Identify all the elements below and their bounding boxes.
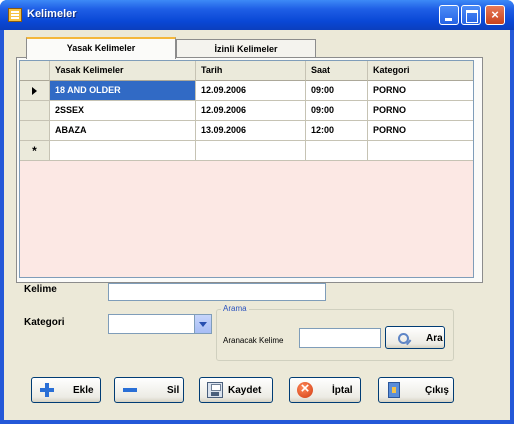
maximize-icon [462,6,480,24]
plus-icon [39,382,55,398]
chevron-down-icon[interactable] [194,315,211,333]
column-header[interactable]: Yasak Kelimeler [50,61,196,81]
save-icon [207,382,223,398]
maximize-button[interactable] [461,5,481,25]
table-cell[interactable]: PORNO [368,121,473,141]
minus-icon [122,382,138,398]
column-header[interactable]: Tarih [196,61,306,81]
new-row[interactable]: * [20,141,473,161]
kategori-label: Kategori [24,317,65,328]
app-icon [8,8,22,22]
window-title: Kelimeler [27,8,77,20]
grid-corner [20,61,50,81]
close-icon: × [491,7,499,22]
search-groupbox: Arama Aranacak Kelime Ara [216,304,454,361]
cancel-icon [297,380,313,398]
table-cell[interactable]: 13.09.2006 [196,121,306,141]
tab-yasak-kelimeler[interactable]: Yasak Kelimeler [26,37,176,59]
minimize-button[interactable] [439,5,459,25]
cancel-button[interactable]: İptal [289,377,361,403]
table-cell[interactable] [306,141,368,161]
table-cell[interactable]: 2SSEX [50,101,196,121]
kelime-label: Kelime [24,284,57,295]
table-row[interactable]: 18 AND OLDER 12.09.2006 09:00 PORNO [20,81,473,101]
column-header[interactable]: Kategori [368,61,473,81]
search-input[interactable] [299,328,381,348]
table-cell[interactable]: PORNO [368,81,473,101]
grid-header: Yasak Kelimeler Tarih Saat Kategori [20,61,473,81]
add-button-label: Ekle [73,385,94,396]
save-button[interactable]: Kaydet [199,377,273,403]
exit-icon [388,382,400,398]
save-button-label: Kaydet [228,385,262,396]
table-cell[interactable]: 12:00 [306,121,368,141]
window: Kelimeler × Yasak Kelimeler İzinli Kelim… [0,0,514,424]
table-row[interactable]: 2SSEX 12.09.2006 09:00 PORNO [20,101,473,121]
table-row[interactable]: ABAZA 13.09.2006 12:00 PORNO [20,121,473,141]
delete-button[interactable]: Sil [114,377,184,403]
tab-izinli-kelimeler[interactable]: İzinli Kelimeler [176,39,316,58]
row-header[interactable] [20,101,50,121]
table-cell[interactable]: ABAZA [50,121,196,141]
kelime-input[interactable] [108,283,326,301]
table-cell[interactable]: PORNO [368,101,473,121]
cancel-button-label: İptal [332,385,353,396]
table-cell[interactable]: 09:00 [306,81,368,101]
exit-button[interactable]: Çıkış [378,377,454,403]
kategori-combobox[interactable] [108,314,212,334]
search-button[interactable]: Ara [385,326,445,349]
minimize-icon [440,6,458,24]
close-button[interactable]: × [485,5,505,25]
search-group-title: Arama [221,304,249,313]
row-pointer-icon[interactable] [20,81,50,101]
table-cell[interactable] [196,141,306,161]
table-cell[interactable]: 09:00 [306,101,368,121]
table-cell[interactable]: 18 AND OLDER [50,81,196,101]
table-cell[interactable] [50,141,196,161]
title-bar[interactable]: Kelimeler × [0,0,514,30]
table-cell[interactable] [368,141,473,161]
delete-button-label: Sil [167,385,180,396]
tab-panel: Yasak Kelimeler Tarih Saat Kategori 18 A… [16,57,483,283]
search-label: Aranacak Kelime [223,336,284,345]
add-button[interactable]: Ekle [31,377,101,403]
table-cell[interactable]: 12.09.2006 [196,101,306,121]
search-button-label: Ara [426,333,443,344]
client-area: Yasak Kelimeler İzinli Kelimeler Yasak K… [4,30,510,420]
exit-button-label: Çıkış [425,385,449,396]
words-grid[interactable]: Yasak Kelimeler Tarih Saat Kategori 18 A… [19,60,474,278]
new-row-marker[interactable]: * [20,141,50,161]
column-header[interactable]: Saat [306,61,368,81]
table-cell[interactable]: 12.09.2006 [196,81,306,101]
row-header[interactable] [20,121,50,141]
search-icon [398,333,409,344]
